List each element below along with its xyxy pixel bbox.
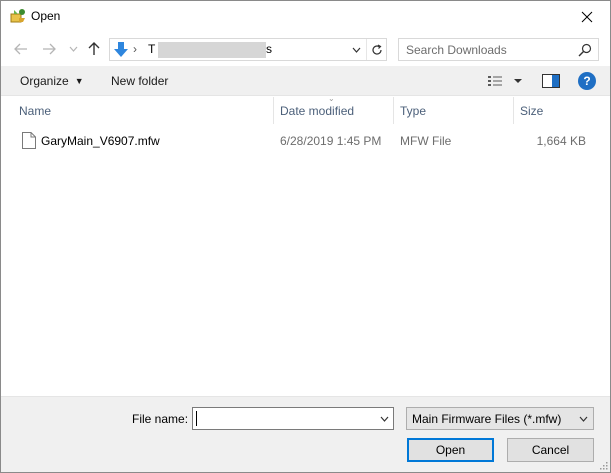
file-name-label: File name: xyxy=(132,412,189,426)
caret-down-icon: ▼ xyxy=(74,76,84,86)
chevron-down-icon xyxy=(69,46,77,52)
open-button[interactable]: Open xyxy=(407,438,494,462)
filter-dropdown-button[interactable] xyxy=(575,409,591,429)
column-header-size[interactable]: Size xyxy=(514,97,598,124)
forward-arrow-icon xyxy=(43,43,56,55)
resize-grip-icon[interactable] xyxy=(598,460,608,470)
recent-locations-button[interactable] xyxy=(63,40,83,58)
details-view-icon xyxy=(488,76,502,86)
file-icon xyxy=(22,132,36,149)
title-bar: Open xyxy=(1,1,610,32)
downloads-icon xyxy=(114,42,128,57)
chevron-down-icon xyxy=(352,47,360,53)
column-header-name[interactable]: Name xyxy=(13,97,274,124)
file-name-cell: GaryMain_V6907.mfw xyxy=(41,134,160,148)
search-input[interactable]: Search Downloads xyxy=(398,38,599,61)
address-path-start: T xyxy=(148,42,156,56)
search-placeholder: Search Downloads xyxy=(406,43,507,57)
command-bar: Organize ▼ New folder ? xyxy=(1,66,610,96)
chevron-down-icon xyxy=(579,416,587,422)
organize-label: Organize xyxy=(20,74,69,88)
back-arrow-icon xyxy=(14,43,27,55)
breadcrumb-chevron[interactable]: › xyxy=(133,42,137,56)
open-dialog: Open › T s Search Downloads Organize ▼ N… xyxy=(0,0,611,473)
file-type-cell: MFW File xyxy=(400,134,452,148)
file-row[interactable]: GaryMain_V6907.mfw 6/28/2019 1:45 PM MFW… xyxy=(1,129,610,151)
file-size-cell: 1,664 KB xyxy=(536,134,586,148)
file-type-filter-select[interactable]: Main Firmware Files (*.mfw) xyxy=(406,407,594,430)
footer-panel: File name: Main Firmware Files (*.mfw) O… xyxy=(1,396,610,472)
cancel-button[interactable]: Cancel xyxy=(507,438,594,462)
up-button[interactable] xyxy=(84,40,104,58)
column-headers: Name ⌄ Date modified Type Size xyxy=(1,94,610,124)
caret-down-icon xyxy=(514,79,522,83)
file-date-cell: 6/28/2019 1:45 PM xyxy=(280,134,382,148)
window-title: Open xyxy=(31,9,61,23)
navigation-bar: › T s Search Downloads xyxy=(1,32,610,66)
preview-pane-icon[interactable] xyxy=(542,74,560,88)
address-path-end: s xyxy=(266,42,272,56)
back-button[interactable] xyxy=(11,40,31,58)
address-bar[interactable]: › T s xyxy=(109,38,387,61)
refresh-icon xyxy=(371,43,382,55)
app-icon xyxy=(10,9,25,23)
file-name-input[interactable] xyxy=(192,407,394,430)
refresh-button[interactable] xyxy=(366,39,386,60)
organize-button[interactable]: Organize ▼ xyxy=(20,74,84,88)
column-header-date[interactable]: Date modified xyxy=(274,97,394,124)
chevron-down-icon xyxy=(380,416,388,422)
forward-button[interactable] xyxy=(39,40,59,58)
search-icon xyxy=(578,43,592,57)
close-icon xyxy=(581,11,593,22)
redacted-path xyxy=(158,42,266,58)
file-list: GaryMain_V6907.mfw 6/28/2019 1:45 PM MFW… xyxy=(1,124,610,396)
file-type-filter-value: Main Firmware Files (*.mfw) xyxy=(412,412,562,426)
address-dropdown-button[interactable] xyxy=(346,39,366,60)
file-name-dropdown-button[interactable] xyxy=(375,408,393,429)
new-folder-button[interactable]: New folder xyxy=(111,74,168,88)
help-icon[interactable]: ? xyxy=(578,72,596,90)
change-view-button[interactable] xyxy=(487,73,527,89)
close-button[interactable] xyxy=(564,1,610,32)
text-cursor xyxy=(196,411,197,426)
column-header-type[interactable]: Type xyxy=(394,97,514,124)
up-arrow-icon xyxy=(88,42,100,55)
